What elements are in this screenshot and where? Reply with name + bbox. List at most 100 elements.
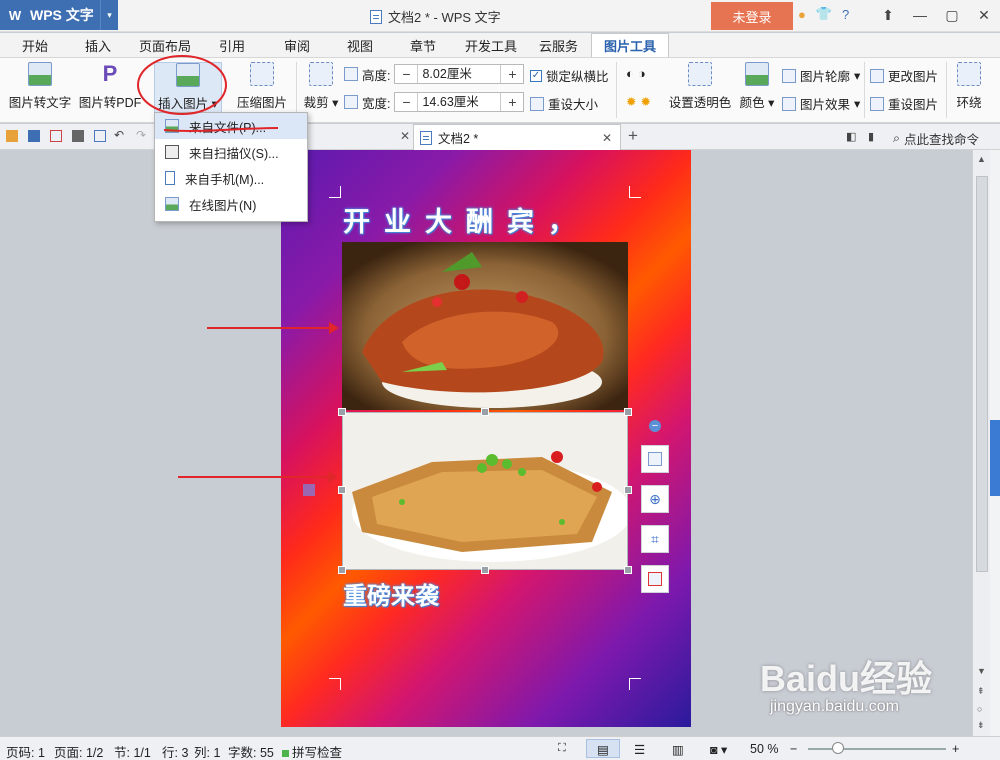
zoom-level[interactable]: 50 % (750, 742, 779, 756)
layout-options-button[interactable] (641, 445, 669, 473)
zoom-slider[interactable] (808, 748, 946, 750)
tab-view[interactable]: 视图 (347, 33, 373, 57)
brightness-buttons[interactable]: ◐ ◑ (626, 66, 646, 81)
resize-handle[interactable] (338, 486, 346, 494)
eye-protect-icon[interactable]: ◙ ▾ (710, 742, 727, 757)
vertical-scrollbar[interactable]: ▲ ▼ ⇞ ○ ⇟ (972, 150, 990, 736)
status-word-count[interactable]: 字数: 55 (228, 742, 274, 760)
light-buttons[interactable]: ✹ ✹ (626, 94, 651, 109)
tab-picture-tools[interactable]: 图片工具 (591, 33, 670, 57)
width-field[interactable]: − 14.63厘米 + (394, 92, 525, 112)
select-browse-icon[interactable]: ○ (977, 704, 982, 714)
status-spell-check[interactable]: 拼写检查 (282, 742, 342, 760)
command-search[interactable]: ⌕ 点此查找命令 (893, 129, 979, 148)
pic-to-text-button[interactable]: 图片转文字 (8, 62, 72, 111)
app-menu-button[interactable]: W WPS 文字 ▾ (0, 0, 118, 30)
zoom-out-icon[interactable]: − (790, 742, 797, 756)
next-page-icon[interactable]: ⇟ (977, 720, 985, 731)
compress-picture-button[interactable]: 压缩图片 (232, 62, 292, 111)
sun-minus-icon[interactable]: ✹ (640, 94, 650, 109)
login-button[interactable]: 未登录 (711, 2, 793, 30)
save-icon[interactable] (28, 130, 40, 142)
resize-handle[interactable] (338, 566, 346, 574)
resize-handle[interactable] (624, 566, 632, 574)
reset-picture-button[interactable]: 重设图片 (870, 94, 938, 113)
restore-up-icon[interactable]: ⬆ (872, 0, 904, 30)
page-view-icon[interactable]: ▤ (586, 739, 620, 758)
height-field[interactable]: − 8.02厘米 + (394, 64, 525, 84)
help-icon[interactable]: ? (842, 7, 849, 22)
comment-icon[interactable]: ▮ (868, 130, 874, 143)
tab-start[interactable]: 开始 (22, 33, 48, 57)
browser-icon[interactable]: ● (798, 7, 806, 22)
height-plus-button[interactable]: + (501, 65, 523, 83)
new-tab-icon[interactable]: + (628, 126, 638, 146)
scrollbar-thumb[interactable] (976, 176, 988, 572)
checkmark-icon[interactable]: ✓ (530, 69, 542, 82)
tab-developer[interactable]: 开发工具 (465, 33, 517, 57)
tab-cloud[interactable]: 云服务 (539, 33, 578, 57)
resize-handle[interactable] (481, 408, 489, 416)
change-picture-button[interactable]: 更改图片 (870, 66, 938, 85)
pic-effect-button[interactable]: 图片效果 ▾ (782, 94, 860, 113)
prev-page-icon[interactable]: ⇞ (977, 686, 985, 697)
width-input[interactable]: 14.63厘米 (417, 93, 502, 111)
height-minus-button[interactable]: − (395, 65, 417, 83)
menu-item-from-phone[interactable]: 来自手机(M)... (155, 165, 307, 191)
sun-plus-icon[interactable]: ✹ (626, 94, 636, 109)
side-panel-toggle[interactable] (990, 420, 1000, 496)
resize-handle[interactable] (624, 486, 632, 494)
menu-item-from-scanner[interactable]: 来自扫描仪(S)... (155, 139, 307, 165)
anchor-icon[interactable] (303, 484, 315, 496)
tab-insert[interactable]: 插入 (85, 33, 111, 57)
outline-view-icon[interactable]: ☰ (634, 742, 645, 757)
print-preview-icon[interactable] (94, 130, 106, 142)
focus-mode-icon[interactable]: ⛶ (558, 742, 566, 755)
page-subheadline[interactable]: 重磅来袭 (343, 576, 439, 611)
document-page[interactable]: 开业大酬宾， 重磅来袭 (281, 150, 691, 727)
brightness-icon[interactable]: ◐ (626, 66, 634, 81)
menu-item-online-picture[interactable]: 在线图片(N) (155, 191, 307, 217)
scroll-up-icon[interactable]: ▲ (977, 154, 986, 164)
open-folder-icon[interactable] (6, 130, 18, 142)
roast-chicken-picture[interactable] (342, 242, 628, 410)
collapse-minus-icon[interactable]: − (649, 420, 661, 432)
tab-review[interactable]: 审阅 (284, 33, 310, 57)
crop-picture-button[interactable]: ⌗ (641, 525, 669, 553)
lock-ratio-checkbox[interactable]: ✓ 锁定纵横比 (530, 66, 609, 85)
zoom-picture-button[interactable]: ⊕ (641, 485, 669, 513)
pic-outline-button[interactable]: 图片轮廓 ▾ (782, 66, 860, 85)
crop-button[interactable]: 裁剪 ▾ (303, 62, 339, 111)
print-icon[interactable] (72, 130, 84, 142)
close-tab-icon[interactable]: ✕ (602, 131, 612, 145)
resize-handle[interactable] (481, 566, 489, 574)
maximize-icon[interactable]: ▢ (936, 0, 968, 30)
flatbread-picture[interactable] (342, 412, 628, 570)
set-transparent-button[interactable]: 设置透明色 (668, 62, 732, 111)
undo-icon[interactable]: ↶ (114, 128, 126, 142)
skin-icon[interactable]: 👕 (816, 6, 832, 22)
minimize-icon[interactable]: — (904, 0, 936, 30)
scroll-down-icon[interactable]: ▼ (977, 666, 986, 676)
width-plus-button[interactable]: + (501, 93, 523, 111)
close-tab-icon[interactable]: ✕ (400, 129, 410, 143)
zoom-slider-knob[interactable] (832, 742, 844, 754)
zoom-in-icon[interactable]: + (952, 742, 959, 756)
wrap-button[interactable]: 环绕 (952, 62, 986, 111)
color-button[interactable]: 颜色 ▾ (738, 62, 776, 111)
resize-handle[interactable] (624, 408, 632, 416)
web-view-icon[interactable]: ▥ (672, 742, 684, 757)
page-headline[interactable]: 开业大酬宾， (343, 200, 589, 239)
export-pdf-icon[interactable] (50, 130, 62, 142)
width-minus-button[interactable]: − (395, 93, 417, 111)
height-input[interactable]: 8.02厘米 (417, 65, 502, 83)
contrast-icon[interactable]: ◑ (638, 66, 646, 81)
resize-handle[interactable] (338, 408, 346, 416)
close-icon[interactable]: ✕ (968, 0, 1000, 30)
reset-size-button[interactable]: 重设大小 (530, 94, 598, 113)
layout-b-icon[interactable]: ◧ (846, 130, 856, 143)
border-picture-button[interactable] (641, 565, 669, 593)
tab-chapter[interactable]: 章节 (410, 33, 436, 57)
chevron-down-icon[interactable]: ▾ (100, 0, 118, 30)
redo-icon[interactable]: ↷ (136, 128, 148, 142)
